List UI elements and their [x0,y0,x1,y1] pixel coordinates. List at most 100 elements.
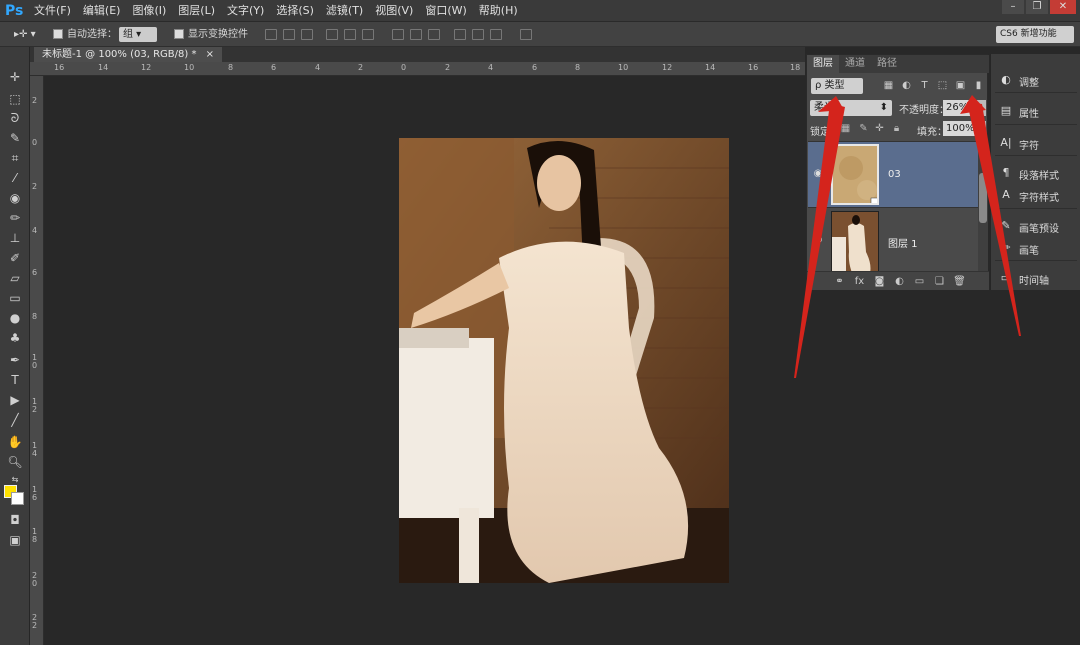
timeline-icon: ▭ [1000,271,1012,284]
menu-window[interactable]: 窗口(W) [425,0,466,22]
show-transform-checkbox[interactable] [174,29,184,39]
filter-shape-icon[interactable]: ⬚ [937,80,948,91]
layer-row-03[interactable]: ◉ 03 [808,141,978,207]
background-color-swatch[interactable] [11,492,24,505]
eraser-tool-icon[interactable]: ▱ [6,270,24,286]
restore-button[interactable]: ❐ [1026,0,1048,14]
path-select-tool-icon[interactable]: ▶ [6,392,24,408]
visibility-eye-icon[interactable]: ◉ [812,168,824,180]
gradient-tool-icon[interactable]: ▭ [6,290,24,306]
panel-timeline[interactable]: ▭ 时间轴 [991,268,1080,288]
layer-style-icon[interactable]: fx [853,275,866,288]
auto-select-dropdown[interactable]: 组 ▾ [119,27,157,42]
menu-help[interactable]: 帮助(H) [479,0,518,22]
quick-mask-icon[interactable]: ◘ [6,512,24,528]
marquee-tool-icon[interactable]: ⬚ [6,91,24,107]
tab-channels[interactable]: 通道 [839,55,871,73]
pen-tool-icon[interactable]: ✒ [6,352,24,368]
close-button[interactable]: ✕ [1050,0,1076,14]
panel-paragraph-styles[interactable]: ¶ 段落样式 [991,163,1080,183]
healing-brush-tool-icon[interactable]: ◉ [6,190,24,206]
panel-brush-presets[interactable]: ✎ 画笔预设 [991,216,1080,236]
menu-view[interactable]: 视图(V) [375,0,413,22]
layer-row-layer-1[interactable]: ◉ 图层 1 [808,207,978,273]
document-tab[interactable]: 未标题-1 @ 100% (03, RGB/8) * × [34,47,223,62]
delete-layer-icon[interactable]: 🗑︎ [953,275,966,288]
close-tab-icon[interactable]: × [206,49,214,60]
blend-mode-dropdown[interactable]: 柔光 ⬍ [810,100,892,116]
distribute-hcenter-icon[interactable] [472,29,484,40]
auto-align-icon[interactable] [520,29,532,40]
distribute-bottom-icon[interactable] [428,29,440,40]
menu-filter[interactable]: 滤镜(T) [326,0,363,22]
lock-transparent-icon[interactable]: ▦ [840,123,851,134]
filter-smart-object-icon[interactable]: ▣ [955,80,966,91]
menu-select[interactable]: 选择(S) [276,0,314,22]
align-right-icon[interactable] [362,29,374,40]
clone-stamp-tool-icon[interactable]: ⊥ [6,230,24,246]
menu-edit[interactable]: 编辑(E) [83,0,121,22]
move-tool-icon[interactable]: ✛ [6,69,24,85]
layer-name[interactable]: 图层 1 [888,235,918,250]
lock-position-icon[interactable]: ✛ [874,123,885,134]
crop-tool-icon[interactable]: ⌗ [6,150,24,166]
tab-layers[interactable]: 图层 [807,55,839,73]
layer-name[interactable]: 03 [888,169,901,180]
minimize-button[interactable]: – [1002,0,1024,14]
lasso-tool-icon[interactable]: ᘐ [6,110,24,126]
panel-brush[interactable]: ✏ 画笔 [991,238,1080,258]
panel-character-styles[interactable]: A 字符样式 [991,185,1080,205]
layers-scrollbar[interactable] [978,141,988,271]
opacity-input[interactable]: 26% [943,100,975,116]
dodge-tool-icon[interactable]: ♣ [6,330,24,346]
adjustment-layer-icon[interactable]: ◐ [893,275,906,288]
scrollbar-thumb[interactable] [979,173,987,223]
align-hcenter-icon[interactable] [344,29,356,40]
distribute-vcenter-icon[interactable] [410,29,422,40]
panel-properties[interactable]: ▤ 属性 [991,101,1080,121]
screen-mode-icon[interactable]: ▣ [6,532,24,548]
menu-layer[interactable]: 图层(L) [178,0,215,22]
menu-image[interactable]: 图像(I) [132,0,166,22]
workspace-dropdown[interactable]: CS6 新增功能 [996,26,1074,43]
distribute-right-icon[interactable] [490,29,502,40]
filter-type-icon[interactable]: T [919,80,930,91]
lock-image-icon[interactable]: ✎ [858,123,869,134]
menu-type[interactable]: 文字(Y) [227,0,264,22]
fill-input[interactable]: 100% [943,121,975,136]
new-layer-icon[interactable]: ❏ [933,275,946,288]
type-tool-icon[interactable]: T [6,372,24,388]
align-vcenter-icon[interactable] [283,29,295,40]
auto-select-checkbox[interactable] [53,29,63,39]
layer-filter-dropdown[interactable]: ρ 类型 [811,78,863,94]
move-tool-preset-icon[interactable]: ▸✛ ▾ [14,26,36,43]
opacity-slider-toggle[interactable]: ▾ [975,100,986,116]
fill-slider-toggle[interactable]: ▾ [975,121,986,136]
history-brush-tool-icon[interactable]: ✐ [6,250,24,266]
align-top-icon[interactable] [265,29,277,40]
filter-toggle-icon[interactable]: ▮ [973,80,984,91]
blur-tool-icon[interactable]: ● [6,310,24,326]
canvas-area[interactable] [45,76,805,645]
tab-paths[interactable]: 路径 [871,55,903,73]
align-left-icon[interactable] [326,29,338,40]
filter-pixel-icon[interactable]: ▦ [883,80,894,91]
menu-file[interactable]: 文件(F) [34,0,71,22]
link-layers-icon[interactable]: ⚭ [833,275,846,288]
lock-all-icon[interactable]: 🔒︎ [891,123,902,134]
panel-character[interactable]: A| 字符 [991,133,1080,153]
brush-tool-icon[interactable]: ✏ [6,210,24,226]
zoom-tool-icon[interactable]: 🔍︎ [6,454,24,470]
panel-adjustments[interactable]: ◐ 调整 [991,70,1080,90]
align-bottom-icon[interactable] [301,29,313,40]
distribute-top-icon[interactable] [392,29,404,40]
visibility-eye-icon[interactable]: ◉ [812,234,824,246]
distribute-left-icon[interactable] [454,29,466,40]
hand-tool-icon[interactable]: ✋ [6,434,24,450]
quick-select-tool-icon[interactable]: ✎ [6,130,24,146]
eyedropper-tool-icon[interactable]: ⁄ [6,170,24,186]
new-group-icon[interactable]: ▭ [913,275,926,288]
line-tool-icon[interactable]: ╱ [6,412,24,428]
filter-adjustment-icon[interactable]: ◐ [901,80,912,91]
add-mask-icon[interactable]: ◙ [873,275,886,288]
